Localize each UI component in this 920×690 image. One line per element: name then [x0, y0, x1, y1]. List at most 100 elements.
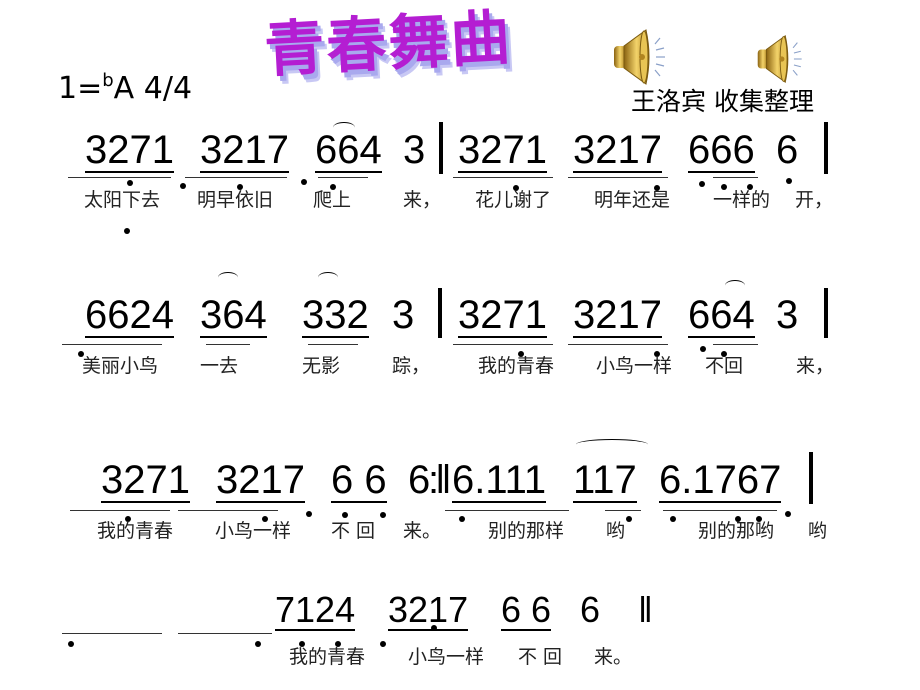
underline [68, 177, 171, 178]
lyric: 来， [403, 189, 442, 211]
note-group: 364 [200, 293, 267, 338]
octave-dot [124, 228, 130, 234]
underline [568, 344, 668, 345]
tie-arc [218, 272, 238, 283]
lyric: 一样的 [713, 189, 771, 211]
bar-line [809, 452, 813, 504]
repeat-sign: :‖ [428, 458, 452, 502]
lyric: 不回 [705, 355, 744, 377]
note: 3 [403, 128, 426, 172]
note-group: 664 [688, 293, 755, 338]
octave-dot [68, 641, 74, 647]
lyric: 不 回 [518, 646, 563, 668]
underline [663, 510, 777, 511]
time-signature: 4/4 [143, 71, 193, 106]
note-group: 3217 [200, 128, 289, 173]
title-char: 春 [324, 9, 391, 83]
note: 6 [580, 589, 601, 630]
lyric: 明年还是 [594, 189, 671, 211]
title-char: 曲 [448, 3, 515, 77]
octave-dot [459, 516, 465, 522]
underline [713, 177, 758, 178]
underline [206, 344, 250, 345]
bar-line [824, 122, 828, 174]
note: 3 [392, 293, 415, 337]
lyric: 小鸟一样 [408, 646, 485, 668]
lyric: 来， [796, 355, 835, 377]
lyric: 别的那样 [488, 520, 565, 542]
note-group: 3271 [458, 128, 547, 173]
lyric: 踪， [392, 355, 431, 377]
lyric: 明早依旧 [197, 189, 274, 211]
octave-dot [785, 511, 791, 517]
lyric: 别的那哟 [698, 520, 775, 542]
lyric: 我的青春 [289, 646, 366, 668]
note-group: 3271 [85, 128, 174, 173]
lyric: 来。 [594, 646, 633, 668]
note-group: 3217 [573, 128, 662, 173]
song-title: 青春舞曲 [262, 0, 514, 89]
octave-dot [626, 516, 632, 522]
underline [62, 633, 162, 634]
lyric: 美丽小鸟 [82, 355, 159, 377]
lyric: 哟 [808, 520, 828, 542]
tie-arc [576, 439, 648, 450]
note-group: 7124 [275, 589, 356, 631]
note-group: 6.1767 [659, 458, 782, 503]
note-group: 664 [315, 128, 382, 173]
note-group: 117 [573, 458, 637, 503]
arranger-credit: 王洛宾 收集整理 [631, 87, 814, 116]
title-char: 青 [262, 12, 329, 86]
underline [445, 510, 569, 511]
octave-dot [670, 516, 676, 522]
underline [605, 510, 641, 511]
lyric: 爬上 [313, 189, 352, 211]
flat-sign: b [102, 70, 114, 91]
lyric: 小鸟一样 [596, 355, 673, 377]
speaker-icon[interactable] [756, 32, 806, 86]
underline [62, 344, 162, 345]
underline [568, 177, 668, 178]
lyric: 一去 [200, 355, 239, 377]
underline [185, 177, 287, 178]
octave-dot [380, 512, 386, 518]
title-char: 舞 [386, 6, 453, 80]
bar-line [439, 122, 443, 174]
lyric: 太阳下去 [84, 189, 161, 211]
speaker-icon[interactable] [612, 26, 670, 88]
note-group: 3271 [458, 293, 547, 338]
lyric: 我的青春 [478, 355, 555, 377]
underline [453, 177, 553, 178]
underline [318, 177, 368, 178]
note-group: 6 6 [331, 458, 387, 503]
note-group: 3217 [573, 293, 662, 338]
underline [70, 510, 170, 511]
end-repeat-sign: ‖ [638, 589, 653, 630]
octave-dot [301, 179, 307, 185]
note-group: 6 6 [501, 589, 552, 631]
lyric: 无影 [302, 355, 341, 377]
octave-dot [786, 178, 792, 184]
octave-dot [380, 641, 386, 647]
note-group: 3217 [216, 458, 305, 503]
octave-dot [699, 181, 705, 187]
underline [713, 344, 758, 345]
octave-dot [255, 641, 261, 647]
lyric: 小鸟一样 [215, 520, 292, 542]
key-prefix: 1= [58, 71, 103, 106]
lyric: 不 回 [331, 520, 376, 542]
note: 6 [776, 128, 799, 172]
note-group: 3217 [388, 589, 469, 631]
note: 3 [776, 293, 799, 337]
underline [178, 510, 278, 511]
lyric: 我的青春 [97, 520, 174, 542]
underline [308, 344, 358, 345]
underline [453, 344, 553, 345]
note: 6 [408, 458, 431, 502]
tie-arc [318, 272, 338, 283]
octave-dot [431, 625, 437, 631]
tie-arc [333, 122, 355, 133]
octave-dot [306, 511, 312, 517]
lyric: 花儿谢了 [475, 189, 552, 211]
bar-line [438, 288, 442, 338]
